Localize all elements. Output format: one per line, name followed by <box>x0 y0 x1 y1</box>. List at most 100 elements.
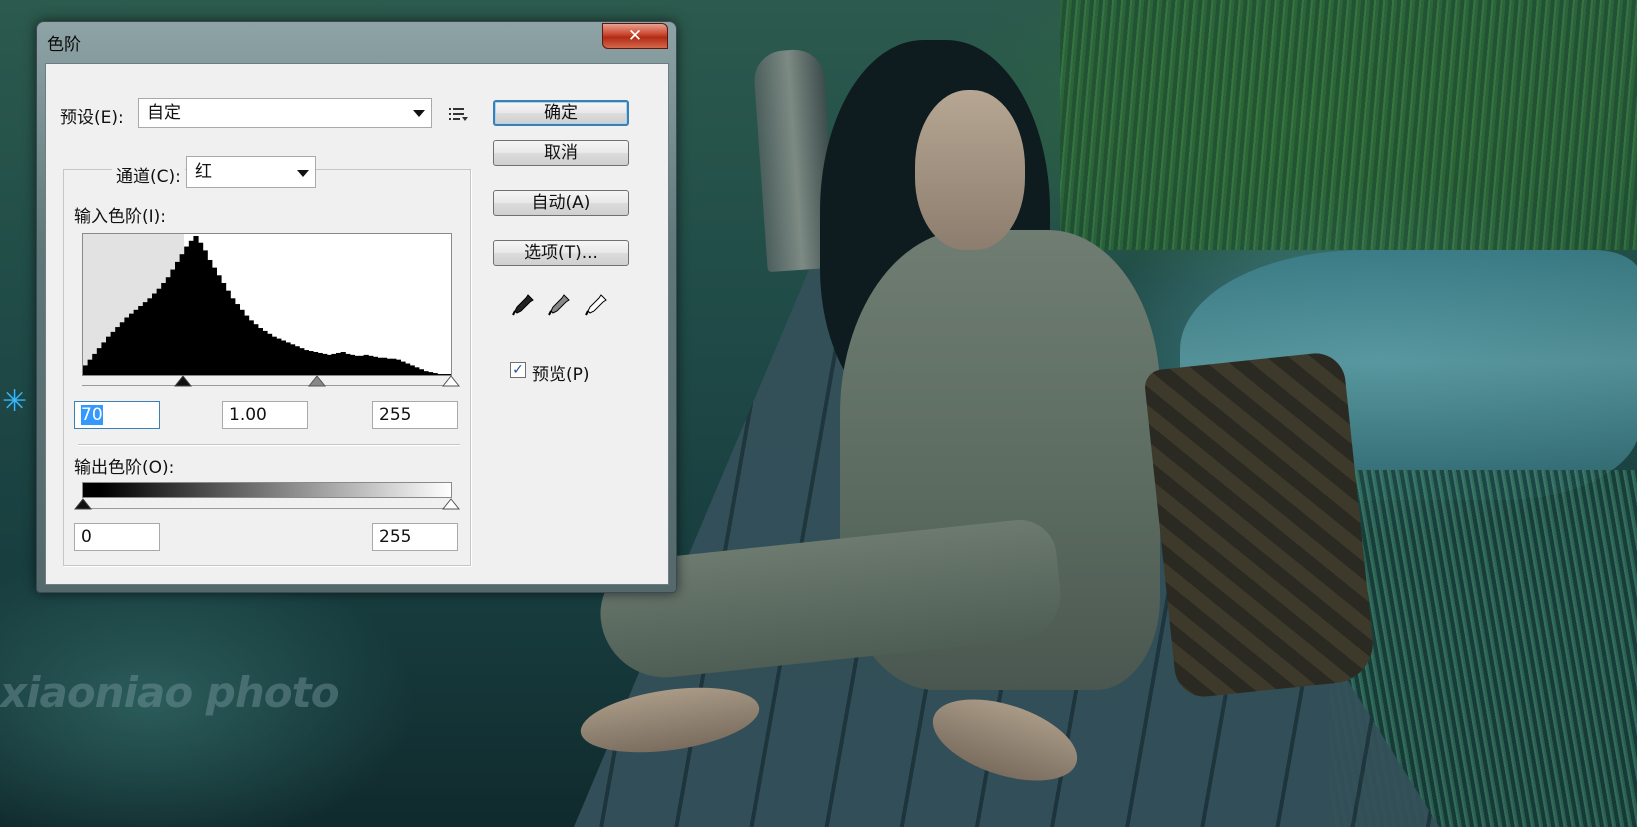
input-black-slider[interactable] <box>174 375 192 387</box>
output-white-field[interactable]: 255 <box>372 523 458 551</box>
histogram-bar <box>221 282 227 375</box>
auto-button[interactable]: 自动(A) <box>493 190 629 216</box>
title-bar[interactable]: 色阶 ✕ <box>37 22 676 58</box>
histogram-bar <box>234 304 240 375</box>
input-gamma-slider[interactable] <box>308 375 326 387</box>
histogram-bar <box>253 324 259 375</box>
white-eyedropper-icon[interactable] <box>583 292 609 318</box>
woman-face <box>915 90 1025 250</box>
channel-select[interactable]: 红 <box>186 156 316 188</box>
input-white-slider[interactable] <box>442 375 460 387</box>
input-black-field[interactable]: 70 <box>74 401 160 429</box>
histogram-bar <box>101 342 107 375</box>
histogram-bar <box>340 351 346 375</box>
histogram-bar <box>276 338 282 375</box>
input-gamma-field[interactable]: 1.00 <box>222 401 308 429</box>
histogram-bar <box>87 359 93 375</box>
preset-value: 自定 <box>147 103 181 123</box>
preview-label[interactable]: 预览(P) <box>532 360 590 385</box>
histogram-bar <box>345 353 351 375</box>
histogram-bar <box>363 354 369 375</box>
histogram-bar <box>170 269 176 375</box>
histogram-bar <box>142 302 148 375</box>
histogram-bar <box>354 355 360 375</box>
histogram-bar <box>294 346 300 375</box>
histogram-bar <box>184 246 190 375</box>
histogram-bar <box>377 357 383 375</box>
options-button[interactable]: 选项(T)... <box>493 240 629 266</box>
gray-eyedropper-icon[interactable] <box>546 292 572 318</box>
handbag <box>1143 350 1377 700</box>
histogram-bar <box>124 317 130 375</box>
histogram-bar <box>262 330 268 375</box>
histogram-bar <box>225 290 231 375</box>
histogram-bar <box>326 354 332 375</box>
watermark: xiaoniao photo <box>0 668 340 717</box>
histogram-bar <box>423 371 429 375</box>
histogram-bar <box>239 309 245 375</box>
output-white-slider[interactable] <box>442 498 460 510</box>
histogram-bar <box>322 353 328 375</box>
histogram-bar <box>175 261 181 375</box>
histogram-bar <box>308 351 314 375</box>
dialog-client: 预设(E): 自定 通道(C): 红 输入色阶(I): 70 1.00 255 … <box>45 63 669 585</box>
output-levels-label: 输出色阶(O): <box>74 458 175 478</box>
histogram-bar <box>280 340 286 375</box>
output-black-field[interactable]: 0 <box>74 523 160 551</box>
histogram-bar <box>414 367 420 375</box>
histogram-bar <box>106 336 112 375</box>
histogram-bar <box>290 344 296 375</box>
close-button[interactable]: ✕ <box>602 23 668 49</box>
checkmark-icon: ✓ <box>512 362 524 378</box>
histogram-bar <box>336 352 342 375</box>
ok-button[interactable]: 确定 <box>493 100 629 126</box>
histogram-bar <box>267 333 273 375</box>
output-white-value: 255 <box>379 527 412 547</box>
histogram-bar <box>138 305 144 375</box>
input-gamma-value: 1.00 <box>229 405 267 425</box>
preview-checkbox[interactable]: ✓ <box>510 362 526 378</box>
histogram-bar <box>156 288 162 375</box>
levels-dialog: 色阶 ✕ 预设(E): 自定 通道(C): 红 输入色阶(I): 70 1.00… <box>36 21 677 593</box>
histogram-bar <box>400 361 406 375</box>
histogram-bar <box>188 240 194 375</box>
histogram-bar <box>193 236 199 375</box>
histogram-bar <box>257 328 263 375</box>
histogram-bar <box>391 358 397 375</box>
histogram-bar <box>432 373 438 375</box>
histogram-bar <box>179 254 185 375</box>
histogram-bar <box>230 298 236 375</box>
black-eyedropper-icon[interactable] <box>510 292 536 318</box>
input-slider-track <box>82 385 452 386</box>
output-gradient <box>82 482 452 498</box>
preset-label: 预设(E): <box>60 108 124 128</box>
chevron-down-icon <box>297 170 309 177</box>
cancel-button[interactable]: 取消 <box>493 140 629 166</box>
histogram-bar <box>198 242 204 375</box>
dialog-title: 色阶 <box>47 35 81 55</box>
histogram-bar <box>83 365 89 375</box>
histogram-bar <box>405 363 411 375</box>
histogram <box>82 233 452 376</box>
histogram-bar <box>271 336 277 375</box>
histogram-bar <box>129 313 135 375</box>
input-levels-label: 输入色阶(I): <box>74 207 167 227</box>
histogram-bar <box>161 282 167 375</box>
channel-label: 通道(C): <box>112 162 185 187</box>
input-white-field[interactable]: 255 <box>372 401 458 429</box>
preset-select[interactable]: 自定 <box>138 98 432 128</box>
input-white-value: 255 <box>379 405 412 425</box>
histogram-bar <box>303 350 309 375</box>
cursor-spark-icon: ✳ <box>2 384 28 419</box>
output-black-slider[interactable] <box>74 498 92 510</box>
preset-menu-icon[interactable] <box>448 105 470 123</box>
histogram-bar <box>92 353 98 375</box>
histogram-bar <box>152 293 158 375</box>
chevron-down-icon <box>413 110 425 117</box>
histogram-bar <box>313 351 319 375</box>
histogram-bar <box>331 353 337 375</box>
input-black-value: 70 <box>81 405 103 425</box>
histogram-bar <box>372 356 378 375</box>
histogram-bar <box>115 327 121 375</box>
histogram-bar <box>202 250 208 375</box>
